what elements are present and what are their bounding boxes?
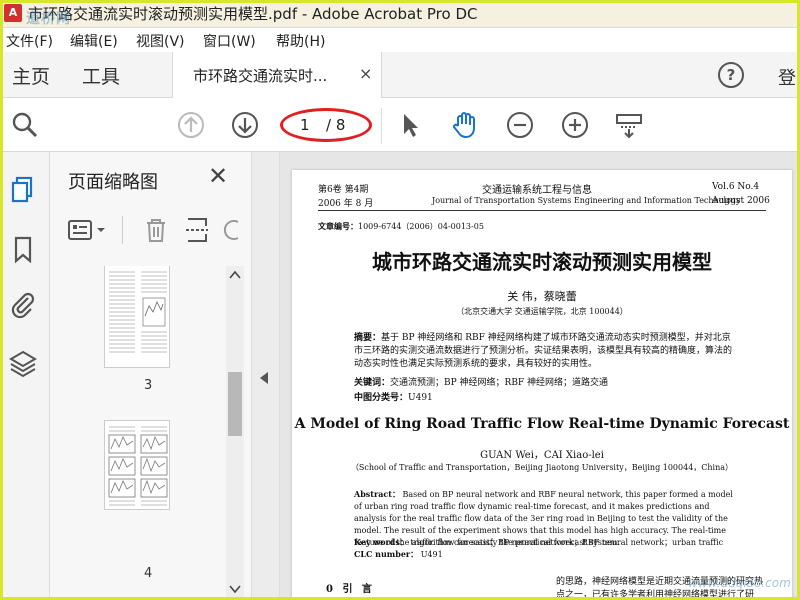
close-panel-icon[interactable]: ✕ — [208, 162, 228, 190]
collapse-panel-strip[interactable] — [252, 152, 280, 600]
chinese-keywords-text: 交通流预测；BP 神经网络；RBF 神经网络；道路交通 — [390, 378, 609, 388]
article-number-label: 文章编号： — [318, 221, 358, 231]
search-zoom-icon[interactable] — [10, 110, 40, 140]
thumbnail-page-4[interactable] — [104, 420, 170, 510]
chinese-keywords: 关键词：交通流预测；BP 神经网络；RBF 神经网络；道路交通 — [354, 375, 608, 388]
attachments-icon[interactable] — [8, 290, 38, 320]
chinese-authors: 关 伟，蔡晓蕾 — [507, 290, 577, 303]
chinese-abstract: 摘要：基于 BP 神经网络和 RBF 神经网络构建了城市环路交通流动态实时预测模… — [354, 332, 738, 371]
bookmarks-icon[interactable] — [8, 234, 38, 264]
chinese-affiliation: （北京交通大学 交通运输学院，北京 100044） — [456, 307, 628, 316]
page-thumbnails-icon[interactable] — [8, 174, 38, 204]
chinese-clc-label: 中图分类号： — [354, 393, 409, 403]
english-keywords-text: traffic flow forecast；BP neural network；… — [410, 538, 724, 547]
left-navigation-rail — [0, 152, 50, 600]
menu-file[interactable]: 文件(F) — [6, 31, 53, 51]
thumbnail-page-3[interactable] — [104, 266, 170, 368]
hand-tool-icon[interactable] — [450, 110, 480, 140]
thumbnail-preview-3 — [109, 271, 167, 353]
toolbar — [0, 98, 800, 152]
site-watermark: www.ddqiao.com — [688, 576, 791, 590]
article-number: 文章编号：1009-6744（2006）04-0013-05 — [318, 221, 484, 232]
english-keywords-label: Key words： — [354, 537, 408, 547]
header-journal-en: Journal of Transportation Systems Engine… — [432, 196, 741, 205]
select-cursor-icon[interactable] — [395, 110, 425, 140]
menu-help[interactable]: 帮助(H) — [276, 31, 325, 51]
chinese-abstract-label: 摘要： — [354, 333, 382, 343]
pdf-page: 第6卷 第4期 2006 年 8 月 交通运输系统工程与信息 Journal o… — [292, 170, 792, 600]
header-date: 2006 年 8 月 — [318, 199, 374, 209]
panel-toolbar — [50, 210, 252, 250]
scrollbar-thumb[interactable] — [228, 372, 242, 436]
menu-view[interactable]: 视图(V) — [136, 31, 185, 51]
thumbnail-label-4: 4 — [144, 566, 153, 581]
annotation-ellipse — [280, 108, 372, 142]
thumbnails-scrollbar[interactable] — [226, 266, 244, 600]
header-volume: 第6卷 第4期 — [318, 185, 369, 195]
english-abstract-label: Abstract： — [354, 489, 400, 499]
window-title: 市环路交通流实时滚动预测实用模型.pdf - Adobe Acrobat Pro… — [28, 5, 478, 23]
chinese-keywords-label: 关键词： — [354, 378, 391, 388]
english-title: A Model of Ring Road Traffic Flow Real-t… — [294, 416, 790, 432]
menu-window[interactable]: 窗口(W) — [203, 31, 256, 51]
english-authors: GUAN Wei，CAI Xiao-lei — [480, 450, 604, 461]
thumbnails-panel: 页面缩略图 ✕ 3 4 — [50, 152, 252, 600]
english-keywords: Key words： traffic flow forecast；BP neur… — [354, 537, 723, 548]
header-journal-cn: 交通运输系统工程与信息 — [482, 185, 592, 196]
tab-document[interactable]: 市环路交通流实时... × — [172, 52, 382, 98]
scroll-down-icon[interactable] — [229, 584, 241, 594]
thumbnail-label-3: 3 — [144, 378, 153, 393]
close-tab-icon[interactable]: × — [359, 64, 372, 83]
zoom-in-icon[interactable] — [560, 110, 590, 140]
tab-home[interactable]: 主页 — [12, 62, 50, 89]
title-bar: A 市环路交通流实时滚动预测实用模型.pdf - Adobe Acrobat P… — [0, 0, 800, 28]
acrobat-app-icon: A — [4, 4, 22, 22]
tab-tools[interactable]: 工具 — [82, 62, 120, 89]
layers-icon[interactable] — [8, 348, 38, 378]
document-view: 第6卷 第4期 2006 年 8 月 交通运输系统工程与信息 Journal o… — [280, 152, 800, 600]
menu-edit[interactable]: 编辑(E) — [70, 31, 118, 51]
section-heading: 0 引 言 — [326, 584, 375, 595]
toolbar-divider — [381, 108, 382, 144]
zoom-out-icon[interactable] — [505, 110, 535, 140]
panel-toolbar-divider — [122, 216, 123, 244]
thumbnail-options-icon[interactable] — [68, 218, 112, 242]
scroll-up-icon[interactable] — [229, 270, 241, 280]
header-volume-en: Vol.6 No.4 — [712, 182, 760, 192]
delete-page-icon[interactable] — [142, 216, 170, 244]
tab-bar: 主页 工具 市环路交通流实时... × ? 登 — [0, 52, 800, 98]
header-rule — [318, 210, 766, 211]
english-clc-label: CLC number： — [354, 549, 419, 559]
article-number-value: 1009-6744（2006）04-0013-05 — [358, 222, 484, 231]
chinese-clc: 中图分类号：U491 — [354, 390, 433, 403]
english-affiliation: （School of Traffic and Transportation，Be… — [350, 463, 734, 472]
chinese-abstract-text: 基于 BP 神经网络和 RBF 神经网络构建了城市环路交通流动态实时预测模型，并… — [354, 333, 733, 369]
page-display-icon[interactable] — [614, 110, 644, 140]
chinese-clc-value: U491 — [408, 393, 433, 403]
sign-in-button[interactable]: 登 — [778, 64, 796, 90]
page-number-box[interactable]: 1 / 8 — [280, 108, 372, 142]
thumbnail-preview-4 — [108, 426, 168, 506]
watermark-text: 道桥网 — [26, 11, 71, 27]
menu-bar: 文件(F) 编辑(E) 视图(V) 窗口(W) 帮助(H) — [0, 28, 800, 52]
help-icon[interactable]: ? — [718, 62, 744, 88]
insert-page-icon[interactable] — [184, 216, 212, 244]
collapse-arrow-icon[interactable] — [260, 372, 268, 384]
document-tab-label: 市环路交通流实时... — [193, 67, 328, 85]
previous-page-icon[interactable] — [176, 110, 206, 140]
english-clc: CLC number： U491 — [354, 549, 443, 560]
panel-title: 页面缩略图 — [68, 172, 158, 193]
chinese-title: 城市环路交通流实时滚动预测实用模型 — [372, 250, 712, 274]
english-clc-value: U491 — [420, 550, 443, 559]
next-page-icon[interactable] — [230, 110, 260, 140]
header-date-en: August 2006 — [712, 196, 770, 206]
rotate-page-icon[interactable] — [222, 216, 242, 244]
